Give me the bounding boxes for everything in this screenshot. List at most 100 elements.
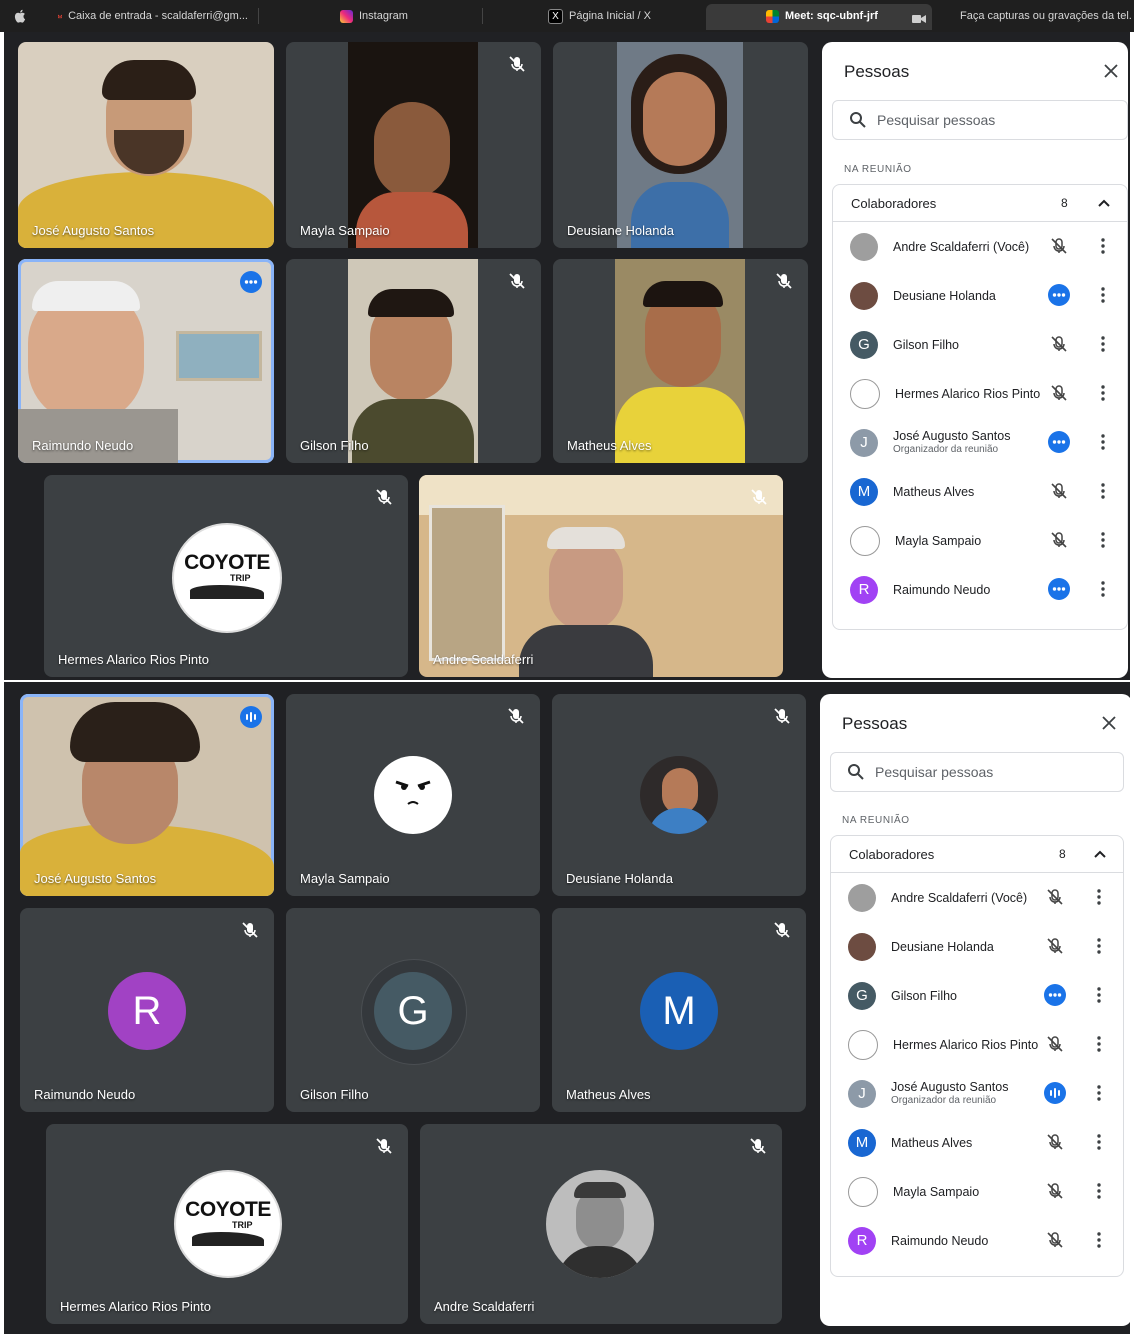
more-options-icon[interactable] [1101, 581, 1105, 597]
more-options-icon[interactable] [1097, 1183, 1101, 1199]
participant-row[interactable]: Mayla Sampaio [833, 516, 1127, 565]
video-tile-raimundo[interactable]: R Raimundo Neudo [20, 908, 274, 1112]
video-face [549, 537, 623, 631]
video-tile-raimundo[interactable]: Raimundo Neudo [18, 259, 274, 463]
participant-row[interactable]: M Matheus Alves [831, 1118, 1123, 1167]
search-people-input[interactable]: Pesquisar pessoas [830, 752, 1124, 792]
more-options-icon[interactable] [1101, 238, 1105, 254]
more-options-icon[interactable] [1097, 1036, 1101, 1052]
more-options-icon[interactable] [1101, 434, 1105, 450]
more-options-icon[interactable] [1097, 1085, 1101, 1101]
video-tile-andre[interactable]: Andre Scaldaferri [420, 1124, 782, 1324]
participant-row[interactable]: J José Augusto Santos Organizador da reuni… [831, 1069, 1123, 1118]
participant-row[interactable]: G Gilson Filho [831, 971, 1123, 1020]
video-tile-gilson[interactable]: G Gilson Filho [286, 908, 540, 1112]
more-options-icon[interactable] [1097, 938, 1101, 954]
more-options-icon[interactable] [1101, 532, 1105, 548]
video-tile-hermes[interactable]: COYOTE TRIP Hermes Alarico Rios Pinto [44, 475, 408, 677]
tab-gmail[interactable]: Caixa de entrada - scaldaferri@gm... [58, 4, 248, 28]
participant-row[interactable]: R Raimundo Neudo [831, 1216, 1123, 1265]
video-hair [102, 60, 196, 100]
mic-off-icon[interactable] [1049, 383, 1069, 403]
chevron-up-icon[interactable] [1097, 198, 1111, 208]
video-tile-deusiane[interactable]: Deusiane Holanda [552, 694, 806, 896]
participant-avatar: R [848, 1226, 876, 1255]
participant-name-block: Raimundo Neudo [893, 583, 990, 597]
search-people-input[interactable]: Pesquisar pessoas [832, 100, 1128, 140]
participant-row[interactable]: Deusiane Holanda [833, 271, 1127, 320]
participant-avatar: J [848, 1079, 876, 1108]
close-icon[interactable] [1102, 62, 1120, 80]
tab-instagram[interactable]: Instagram [340, 4, 460, 28]
participant-name: Matheus Alves [891, 1135, 973, 1150]
participant-name-block: Andre Scaldaferri (Você) [891, 891, 1027, 905]
mic-off-icon[interactable] [1045, 1230, 1065, 1250]
mic-off-icon[interactable] [1049, 530, 1069, 550]
mic-off-icon[interactable] [1045, 1034, 1065, 1054]
mic-off-icon[interactable] [1049, 236, 1069, 256]
video-hair [70, 702, 200, 762]
video-tile-andre[interactable]: Andre Scaldaferri [419, 475, 783, 677]
participant-row[interactable]: Hermes Alarico Rios Pinto [833, 369, 1127, 418]
more-options-icon[interactable] [1101, 336, 1105, 352]
tab-screenshot-help[interactable]: Faça capturas ou gravações da tel... [954, 4, 1132, 28]
tab-meet[interactable]: Meet: sqc-ubnf-jrf [766, 4, 906, 28]
mic-off-icon[interactable] [1049, 334, 1069, 354]
panel-title: Pessoas [842, 714, 908, 733]
search-placeholder: Pesquisar pessoas [875, 764, 994, 780]
more-options-icon[interactable] [1101, 483, 1105, 499]
mic-off-icon[interactable] [1045, 936, 1065, 956]
video-tile-hermes[interactable]: COYOTE TRIP Hermes Alarico Rios Pinto [46, 1124, 408, 1324]
coyote-trip-logo: COYOTE TRIP [172, 523, 282, 633]
tab-divider [482, 8, 483, 24]
more-options-icon[interactable] [1097, 1232, 1101, 1248]
video-tile-jose[interactable]: José Augusto Santos [20, 694, 274, 896]
video-tile-jose[interactable]: José Augusto Santos [18, 42, 274, 248]
mic-off-icon[interactable] [1045, 1181, 1065, 1201]
video-tile-mayla[interactable]: Mayla Sampaio [286, 694, 540, 896]
section-label: NA REUNIÃO [844, 164, 912, 175]
video-window [429, 505, 505, 661]
participant-name-block: José Augusto Santos Organizador da reuniã… [891, 1080, 1008, 1108]
participant-avatar: R [850, 575, 878, 604]
group-header[interactable]: Colaboradores 8 [831, 836, 1123, 873]
more-options-icon[interactable] [1101, 287, 1105, 303]
participant-role: Organizador da reunião [893, 443, 999, 455]
participant-avatar: M [848, 1128, 876, 1157]
more-options-icon[interactable] [1097, 889, 1101, 905]
chevron-up-icon[interactable] [1093, 849, 1107, 859]
more-options-icon[interactable] [1097, 987, 1101, 1003]
more-options-icon[interactable] [1097, 1134, 1101, 1150]
mic-off-icon[interactable] [1045, 1132, 1065, 1152]
browser-tab-bar: Caixa de entrada - scaldaferri@gm... Ins… [0, 0, 1134, 32]
video-hair [32, 281, 140, 311]
participant-row[interactable]: Hermes Alarico Rios Pinto [831, 1020, 1123, 1069]
participant-row[interactable]: R Raimundo Neudo [833, 565, 1127, 614]
group-count: 8 [1061, 196, 1068, 210]
participant-name: Gilson Filho [300, 438, 369, 453]
participant-row[interactable]: Mayla Sampaio [831, 1167, 1123, 1216]
video-tile-gilson[interactable]: Gilson Filho [286, 259, 541, 463]
video-tile-mayla[interactable]: Mayla Sampaio [286, 42, 541, 248]
video-tile-matheus[interactable]: Matheus Alves [553, 259, 808, 463]
group-header[interactable]: Colaboradores 8 [833, 185, 1127, 222]
avatar-initial: R [108, 972, 186, 1050]
participant-row[interactable]: Andre Scaldaferri (Você) [833, 222, 1127, 271]
participant-avatar [850, 378, 880, 409]
mic-off-icon[interactable] [1045, 887, 1065, 907]
participant-row[interactable]: J José Augusto Santos Organizador da reuni… [833, 418, 1127, 467]
participant-name: Mayla Sampaio [893, 1184, 980, 1199]
close-icon[interactable] [1100, 714, 1118, 732]
audio-dots-icon [1048, 431, 1070, 453]
tab-x[interactable]: X Página Inicial / X [548, 4, 688, 28]
more-options-icon[interactable] [1101, 385, 1105, 401]
tab-divider [258, 8, 259, 24]
participant-row[interactable]: Andre Scaldaferri (Você) [831, 873, 1123, 922]
mic-off-icon[interactable] [1049, 481, 1069, 501]
participant-row[interactable]: G Gilson Filho [833, 320, 1127, 369]
video-tile-deusiane[interactable]: Deusiane Holanda [553, 42, 808, 248]
mayla-avatar [374, 756, 452, 834]
participant-row[interactable]: M Matheus Alves [833, 467, 1127, 516]
participant-row[interactable]: Deusiane Holanda [831, 922, 1123, 971]
video-tile-matheus[interactable]: M Matheus Alves [552, 908, 806, 1112]
